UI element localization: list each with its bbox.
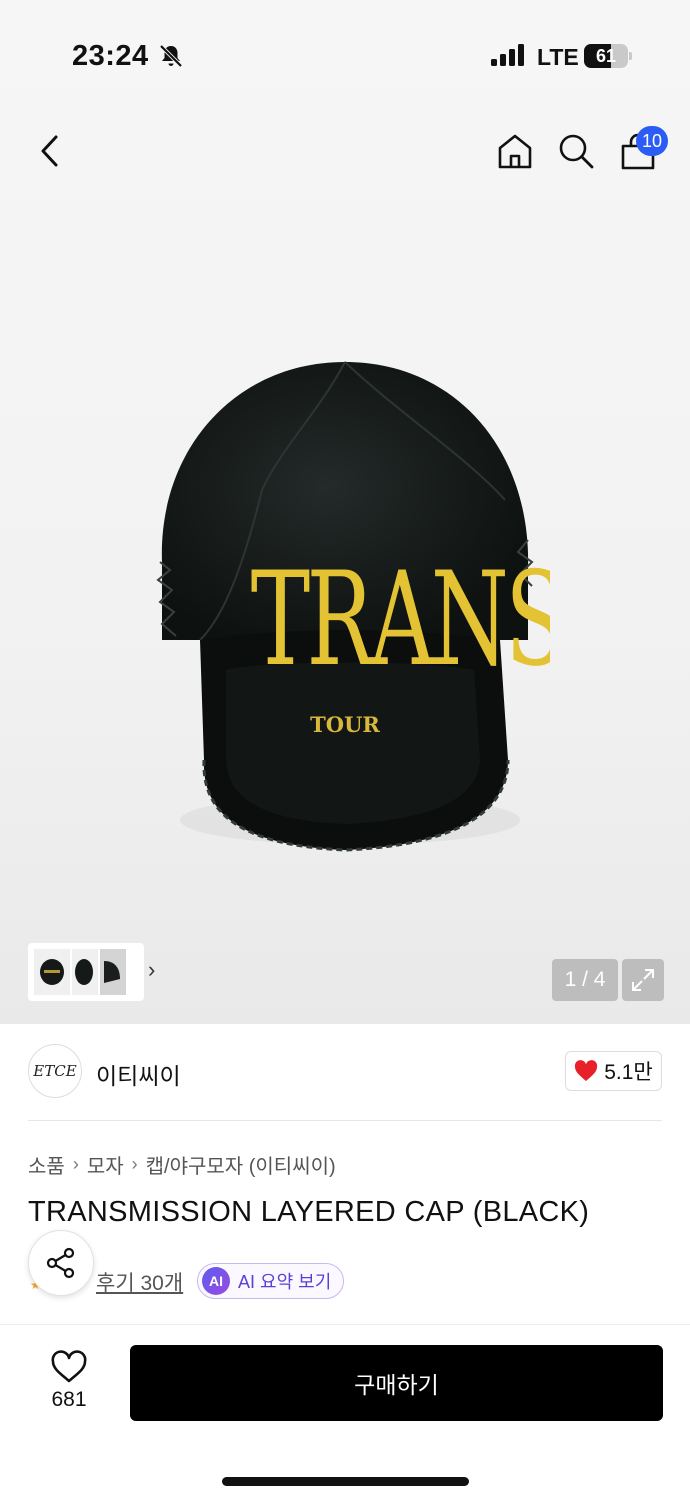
home-button[interactable] xyxy=(490,126,540,176)
expand-button[interactable] xyxy=(622,959,664,1001)
ai-summary-button[interactable]: AI AI 요약 보기 xyxy=(197,1263,345,1299)
breadcrumb-item[interactable]: 모자 xyxy=(87,1150,124,1179)
brand-name[interactable]: 이티씨이 xyxy=(96,1057,181,1091)
brand-logo-text: ETCE xyxy=(33,1062,77,1080)
brand-logo[interactable]: ETCE xyxy=(28,1044,82,1098)
thumbnail-2[interactable] xyxy=(72,949,98,995)
chevron-right-icon: › xyxy=(148,957,156,982)
gallery-page-indicator: 1 / 4 xyxy=(552,959,618,1001)
chevron-right-icon: › xyxy=(72,1154,79,1174)
reviews-link[interactable]: 후기 30개 xyxy=(96,1267,183,1297)
cap-embroidery-sub: TOUR xyxy=(310,712,380,737)
product-title: TRANSMISSION LAYERED CAP (BLACK) xyxy=(28,1196,590,1228)
battery-icon: 61 xyxy=(584,44,632,68)
share-icon xyxy=(46,1247,75,1279)
heart-outline-icon xyxy=(51,1350,87,1383)
buy-button[interactable]: 구매하기 xyxy=(130,1345,663,1421)
home-icon xyxy=(498,134,532,169)
thumbnail-1[interactable] xyxy=(34,949,70,995)
search-icon xyxy=(559,134,594,169)
bell-off-icon xyxy=(159,44,183,68)
ai-icon: AI xyxy=(202,1267,230,1295)
heart-filled-icon xyxy=(575,1060,598,1081)
divider xyxy=(0,1324,690,1325)
home-indicator xyxy=(222,1477,469,1486)
breadcrumb: 소품 › 모자 › 캡/야구모자 (이티씨이) xyxy=(28,1150,336,1179)
product-image[interactable]: TRANSMISSION TOUR xyxy=(140,340,550,880)
brand-like-count: 5.1만 xyxy=(604,1061,653,1084)
cart-count-badge: 10 xyxy=(636,126,668,156)
breadcrumb-item[interactable]: 캡/야구모자 (이티씨이) xyxy=(146,1150,336,1179)
network-type: LTE xyxy=(537,44,579,70)
search-button[interactable] xyxy=(551,126,601,176)
cap-embroidery-main: TRANSMISSION xyxy=(251,545,550,695)
chevron-right-icon: › xyxy=(131,1154,138,1174)
thumbnail-3[interactable] xyxy=(100,949,126,995)
chevron-left-icon xyxy=(41,135,58,167)
signal-icon xyxy=(491,44,524,66)
brand-like-button[interactable]: 5.1만 xyxy=(565,1051,662,1091)
wishlist-count: 681 xyxy=(51,1388,87,1411)
thumbnail-strip[interactable]: › xyxy=(28,943,155,1001)
divider xyxy=(28,1120,662,1121)
back-button[interactable] xyxy=(24,126,74,176)
status-time: 23:24 xyxy=(72,40,149,72)
breadcrumb-item[interactable]: 소품 xyxy=(28,1150,65,1179)
expand-icon xyxy=(632,969,654,991)
share-button[interactable] xyxy=(28,1230,94,1296)
ai-summary-label: AI 요약 보기 xyxy=(238,1272,332,1292)
battery-level: 61 xyxy=(595,46,617,66)
